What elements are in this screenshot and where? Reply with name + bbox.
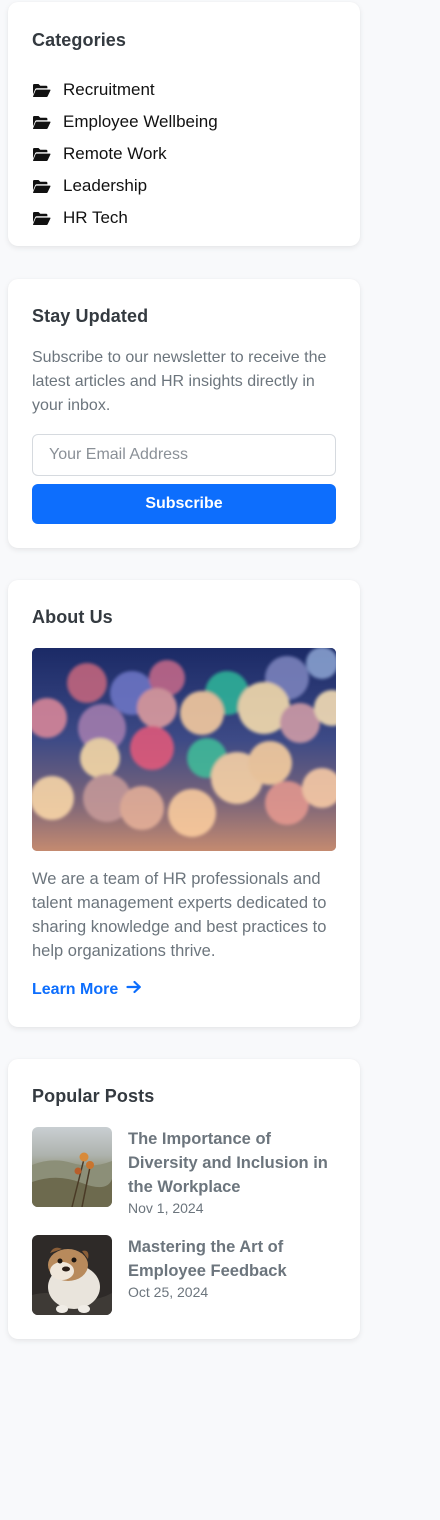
category-item-employee-wellbeing[interactable]: Employee Wellbeing <box>32 106 218 138</box>
popular-posts-title: Popular Posts <box>32 1086 155 1106</box>
post-date: Nov 1, 2024 <box>128 1200 204 1216</box>
category-item-leadership[interactable]: Leadership <box>32 170 218 202</box>
category-label: Remote Work <box>63 144 167 163</box>
category-item-hr-tech[interactable]: HR Tech <box>32 202 218 234</box>
learn-more-label: Learn More <box>32 980 119 998</box>
newsletter-card: Stay Updated Subscribe to our newsletter… <box>8 279 360 548</box>
folder-open-icon <box>32 115 51 130</box>
about-card: About Us We are a team of HR professiona… <box>8 580 360 1027</box>
folder-open-icon <box>32 83 51 98</box>
learn-more-link[interactable]: Learn More <box>32 980 142 999</box>
post-meta: Mastering the Art of Employee Feedback O… <box>128 1235 340 1315</box>
category-item-recruitment[interactable]: Recruitment <box>32 74 218 106</box>
newsletter-title: Stay Updated <box>32 306 149 326</box>
newsletter-description: Subscribe to our newsletter to receive t… <box>32 349 327 414</box>
email-field[interactable] <box>32 434 336 476</box>
category-label: Recruitment <box>63 80 155 99</box>
subscribe-button[interactable]: Subscribe <box>32 484 336 524</box>
categories-title: Categories <box>32 30 127 50</box>
category-label: HR Tech <box>63 208 128 227</box>
folder-open-icon <box>32 179 51 194</box>
folder-open-icon <box>32 147 51 162</box>
post-thumbnail[interactable] <box>32 1127 112 1207</box>
popular-posts-card: Popular Posts The Importance of Diversit… <box>8 1059 360 1339</box>
post-thumbnail[interactable] <box>32 1235 112 1315</box>
popular-post-item[interactable]: Mastering the Art of Employee Feedback O… <box>32 1235 340 1315</box>
folder-open-icon <box>32 211 51 226</box>
post-meta: The Importance of Diversity and Inclusio… <box>128 1127 340 1217</box>
post-title[interactable]: The Importance of Diversity and Inclusio… <box>128 1127 340 1199</box>
post-title[interactable]: Mastering the Art of Employee Feedback <box>128 1235 340 1283</box>
categories-list: Recruitment Employee Wellbeing Remote Wo… <box>32 74 218 234</box>
popular-post-item[interactable]: The Importance of Diversity and Inclusio… <box>32 1127 340 1217</box>
category-item-remote-work[interactable]: Remote Work <box>32 138 218 170</box>
category-label: Employee Wellbeing <box>63 112 218 131</box>
about-description: We are a team of HR professionals and ta… <box>32 870 327 960</box>
categories-card: Categories Recruitment Employee Wellbein… <box>8 2 360 246</box>
post-date: Oct 25, 2024 <box>128 1284 209 1300</box>
about-title: About Us <box>32 607 113 627</box>
about-image <box>32 648 336 851</box>
category-label: Leadership <box>63 176 148 195</box>
arrow-right-icon <box>126 980 142 999</box>
